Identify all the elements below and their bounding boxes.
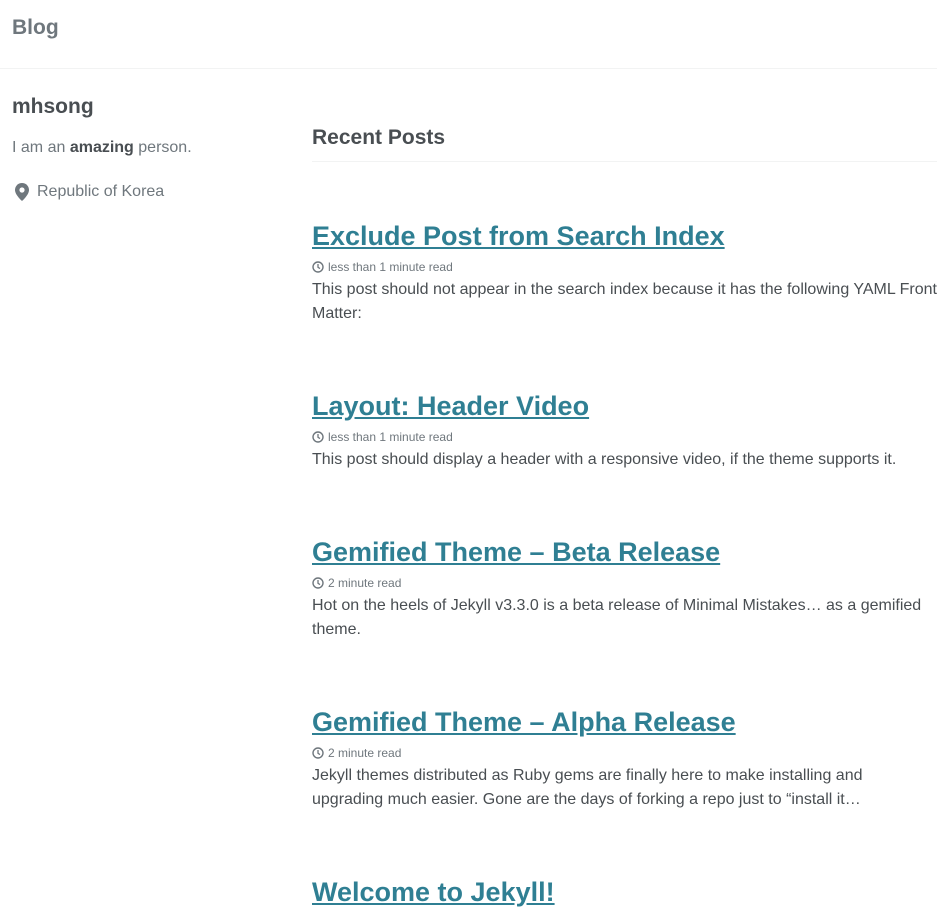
post-item: Gemified Theme – Alpha Release 2 minute …	[312, 704, 937, 812]
post-item: Layout: Header Video less than 1 minute …	[312, 388, 937, 472]
read-time: less than 1 minute read	[328, 260, 453, 274]
author-name: mhsong	[12, 95, 94, 118]
masthead: Blog	[0, 0, 937, 69]
post-title-link[interactable]: Exclude Post from Search Index	[312, 218, 725, 254]
author-location: Republic of Korea	[12, 182, 282, 202]
post-excerpt: This post should not appear in the searc…	[312, 281, 937, 322]
map-marker-icon	[15, 183, 29, 201]
main-content: Recent Posts Exclude Post from Search In…	[312, 118, 937, 907]
author-bio-suffix: person.	[133, 139, 192, 156]
author-location-text: Republic of Korea	[37, 183, 165, 200]
post-item: Welcome to Jekyll!	[312, 874, 937, 910]
post-meta: 2 minute read	[312, 576, 937, 590]
read-time: 2 minute read	[328, 746, 402, 760]
post-title-link[interactable]: Gemified Theme – Beta Release	[312, 534, 720, 570]
post-item: Exclude Post from Search Index less than…	[312, 218, 937, 326]
author-bio-bold: amazing	[69, 139, 134, 156]
author-sidebar: mhsong I am an amazing person. Republic …	[12, 93, 282, 202]
post-item: Gemified Theme – Beta Release 2 minute r…	[312, 534, 937, 642]
clock-icon	[312, 747, 324, 759]
clock-icon	[312, 431, 324, 443]
post-title-link[interactable]: Welcome to Jekyll!	[312, 874, 555, 910]
read-time: less than 1 minute read	[328, 430, 453, 444]
post-excerpt: Hot on the heels of Jekyll v3.3.0 is a b…	[312, 597, 922, 638]
post-title-link[interactable]: Gemified Theme – Alpha Release	[312, 704, 736, 740]
post-title-link[interactable]: Layout: Header Video	[312, 388, 589, 424]
clock-icon	[312, 261, 324, 273]
author-bio: I am an amazing person.	[12, 138, 282, 158]
site-title-link[interactable]: Blog	[12, 14, 59, 42]
post-meta: 2 minute read	[312, 746, 937, 760]
recent-posts-heading: Recent Posts	[312, 118, 937, 162]
clock-icon	[312, 577, 324, 589]
post-excerpt: Jekyll themes distributed as Ruby gems a…	[312, 767, 863, 808]
post-meta: less than 1 minute read	[312, 430, 937, 444]
author-bio-prefix: I am an	[12, 139, 70, 156]
post-meta: less than 1 minute read	[312, 260, 937, 274]
post-excerpt: This post should display a header with a…	[312, 451, 897, 468]
read-time: 2 minute read	[328, 576, 402, 590]
